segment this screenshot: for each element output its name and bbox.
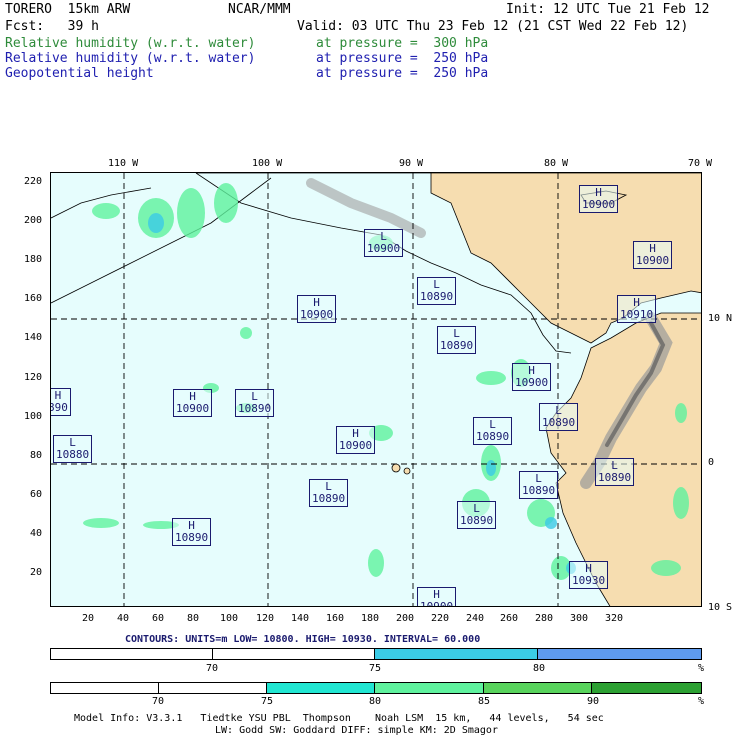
scale-1-label: 80 [533,663,546,674]
pressure-center: H 10930 [569,561,609,589]
x-tick: 200 [396,613,415,624]
scale-bar-1 [50,648,702,660]
scale-2-segment [375,683,484,693]
pressure-center: H 10890 [172,518,212,546]
scale-2-label: 85 [478,696,491,707]
y-tick: 60 [30,489,43,500]
y-tick: 160 [24,293,43,304]
valid-time: Valid: 03 UTC Thu 23 Feb 12 (21 CST Wed … [297,19,689,34]
scale-2-label: 80 [369,696,382,707]
init-time: Init: 12 UTC Tue 21 Feb 12 [506,2,710,17]
scale-1-label: 70 [206,663,219,674]
lon-label: 100 W [252,158,283,169]
field-1-name: Relative humidity (w.r.t. water) [5,36,256,51]
y-tick: 80 [30,450,43,461]
y-tick: 140 [24,332,43,343]
x-tick: 140 [291,613,310,624]
x-tick: 240 [466,613,485,624]
scale-2-segment [483,683,593,693]
lon-label: 110 W [108,158,139,169]
lat-label: 10 N [708,313,733,324]
forecast-hour: Fcst: 39 h [5,19,99,34]
model-physics: LW: Godd SW: Goddard DIFF: simple KM: 2D… [215,725,498,736]
x-tick: 260 [500,613,519,624]
scale-1-segment [212,649,375,659]
lat-label: 0 [708,457,715,468]
scale-2-label: 75 [261,696,274,707]
x-tick: 40 [117,613,130,624]
x-tick: 20 [82,613,95,624]
pressure-center: H 10900 [579,185,619,213]
pressure-center: H 10900 [336,426,376,454]
scale-bar-2 [50,682,702,694]
scale-1-segment [51,649,213,659]
lat-label: 10 S [708,602,733,613]
x-tick: 160 [326,613,345,624]
pressure-center: L 10890 [519,471,559,499]
scale-1-segment [537,649,701,659]
scale-2-label: 90 [587,696,600,707]
pressure-center: H 10900 [633,241,673,269]
pressure-center: L 10900 [364,229,404,257]
pressure-center: L 10890 [595,458,635,486]
x-tick: 280 [535,613,554,624]
scale-2-label: 70 [152,696,165,707]
y-tick: 100 [24,411,43,422]
lon-label: 80 W [544,158,569,169]
field-2-level: at pressure = 250 hPa [316,51,489,66]
scale-2-segment [158,683,268,693]
contours-info: CONTOURS: UNITS=m LOW= 10800. HIGH= 1093… [125,634,481,645]
y-tick: 180 [24,254,43,265]
x-tick: 100 [220,613,239,624]
pressure-center: H 10910 [617,295,657,323]
x-tick: 120 [256,613,275,624]
scale-1-label: 75 [369,663,382,674]
pressure-center: L 10890 [457,501,497,529]
pressure-center: L 10890 [309,479,349,507]
x-tick: 80 [187,613,200,624]
lon-label: 90 W [399,158,424,169]
scale-1-segment [375,649,538,659]
weather-map: H 10900 H 10900 L 10900 L 10890 H 10900 H 1091… [50,172,702,607]
pressure-center: H 10900 [297,295,337,323]
pressure-center: H 10900 [173,389,213,417]
x-tick: 320 [605,613,624,624]
y-tick: 20 [30,567,43,578]
scale-2-segment [592,683,702,693]
island-galapagos [391,463,401,473]
pressure-center: L 10880 [53,435,93,463]
coastline-line [51,177,272,304]
lon-label: 70 W [688,158,713,169]
pressure-center: L 10890 [473,417,513,445]
y-tick: 200 [24,215,43,226]
scale-2-segment [267,683,376,693]
pressure-center: L 10890 [437,326,477,354]
pressure-center: L 10890 [539,403,579,431]
model-name: TORERO 15km ARW [5,2,131,17]
organization: NCAR/MMM [228,2,291,17]
field-2-name: Relative humidity (w.r.t. water) [5,51,256,66]
pressure-center: L 10890 [235,389,275,417]
field-3-name: Geopotential height [5,66,154,81]
pressure-center: H 10900 [512,363,552,391]
y-tick: 40 [30,528,43,539]
scale-2-segment [51,683,159,693]
x-tick: 220 [431,613,450,624]
x-tick: 60 [152,613,165,624]
y-tick: 220 [24,176,43,187]
scale-1-unit: % [698,663,705,674]
pressure-center: H890 [51,388,71,416]
field-1-level: at pressure = 300 hPa [316,36,489,51]
pressure-center: H 10900 [417,587,457,606]
island-galapagos [403,467,411,475]
pressure-center: L 10890 [417,277,457,305]
y-tick: 120 [24,372,43,383]
scale-2-unit: % [698,696,705,707]
field-3-level: at pressure = 250 hPa [316,66,489,81]
x-tick: 180 [361,613,380,624]
model-info: Model Info: V3.3.1 Tiedtke YSU PBL Thomp… [74,713,604,724]
x-tick: 300 [570,613,589,624]
